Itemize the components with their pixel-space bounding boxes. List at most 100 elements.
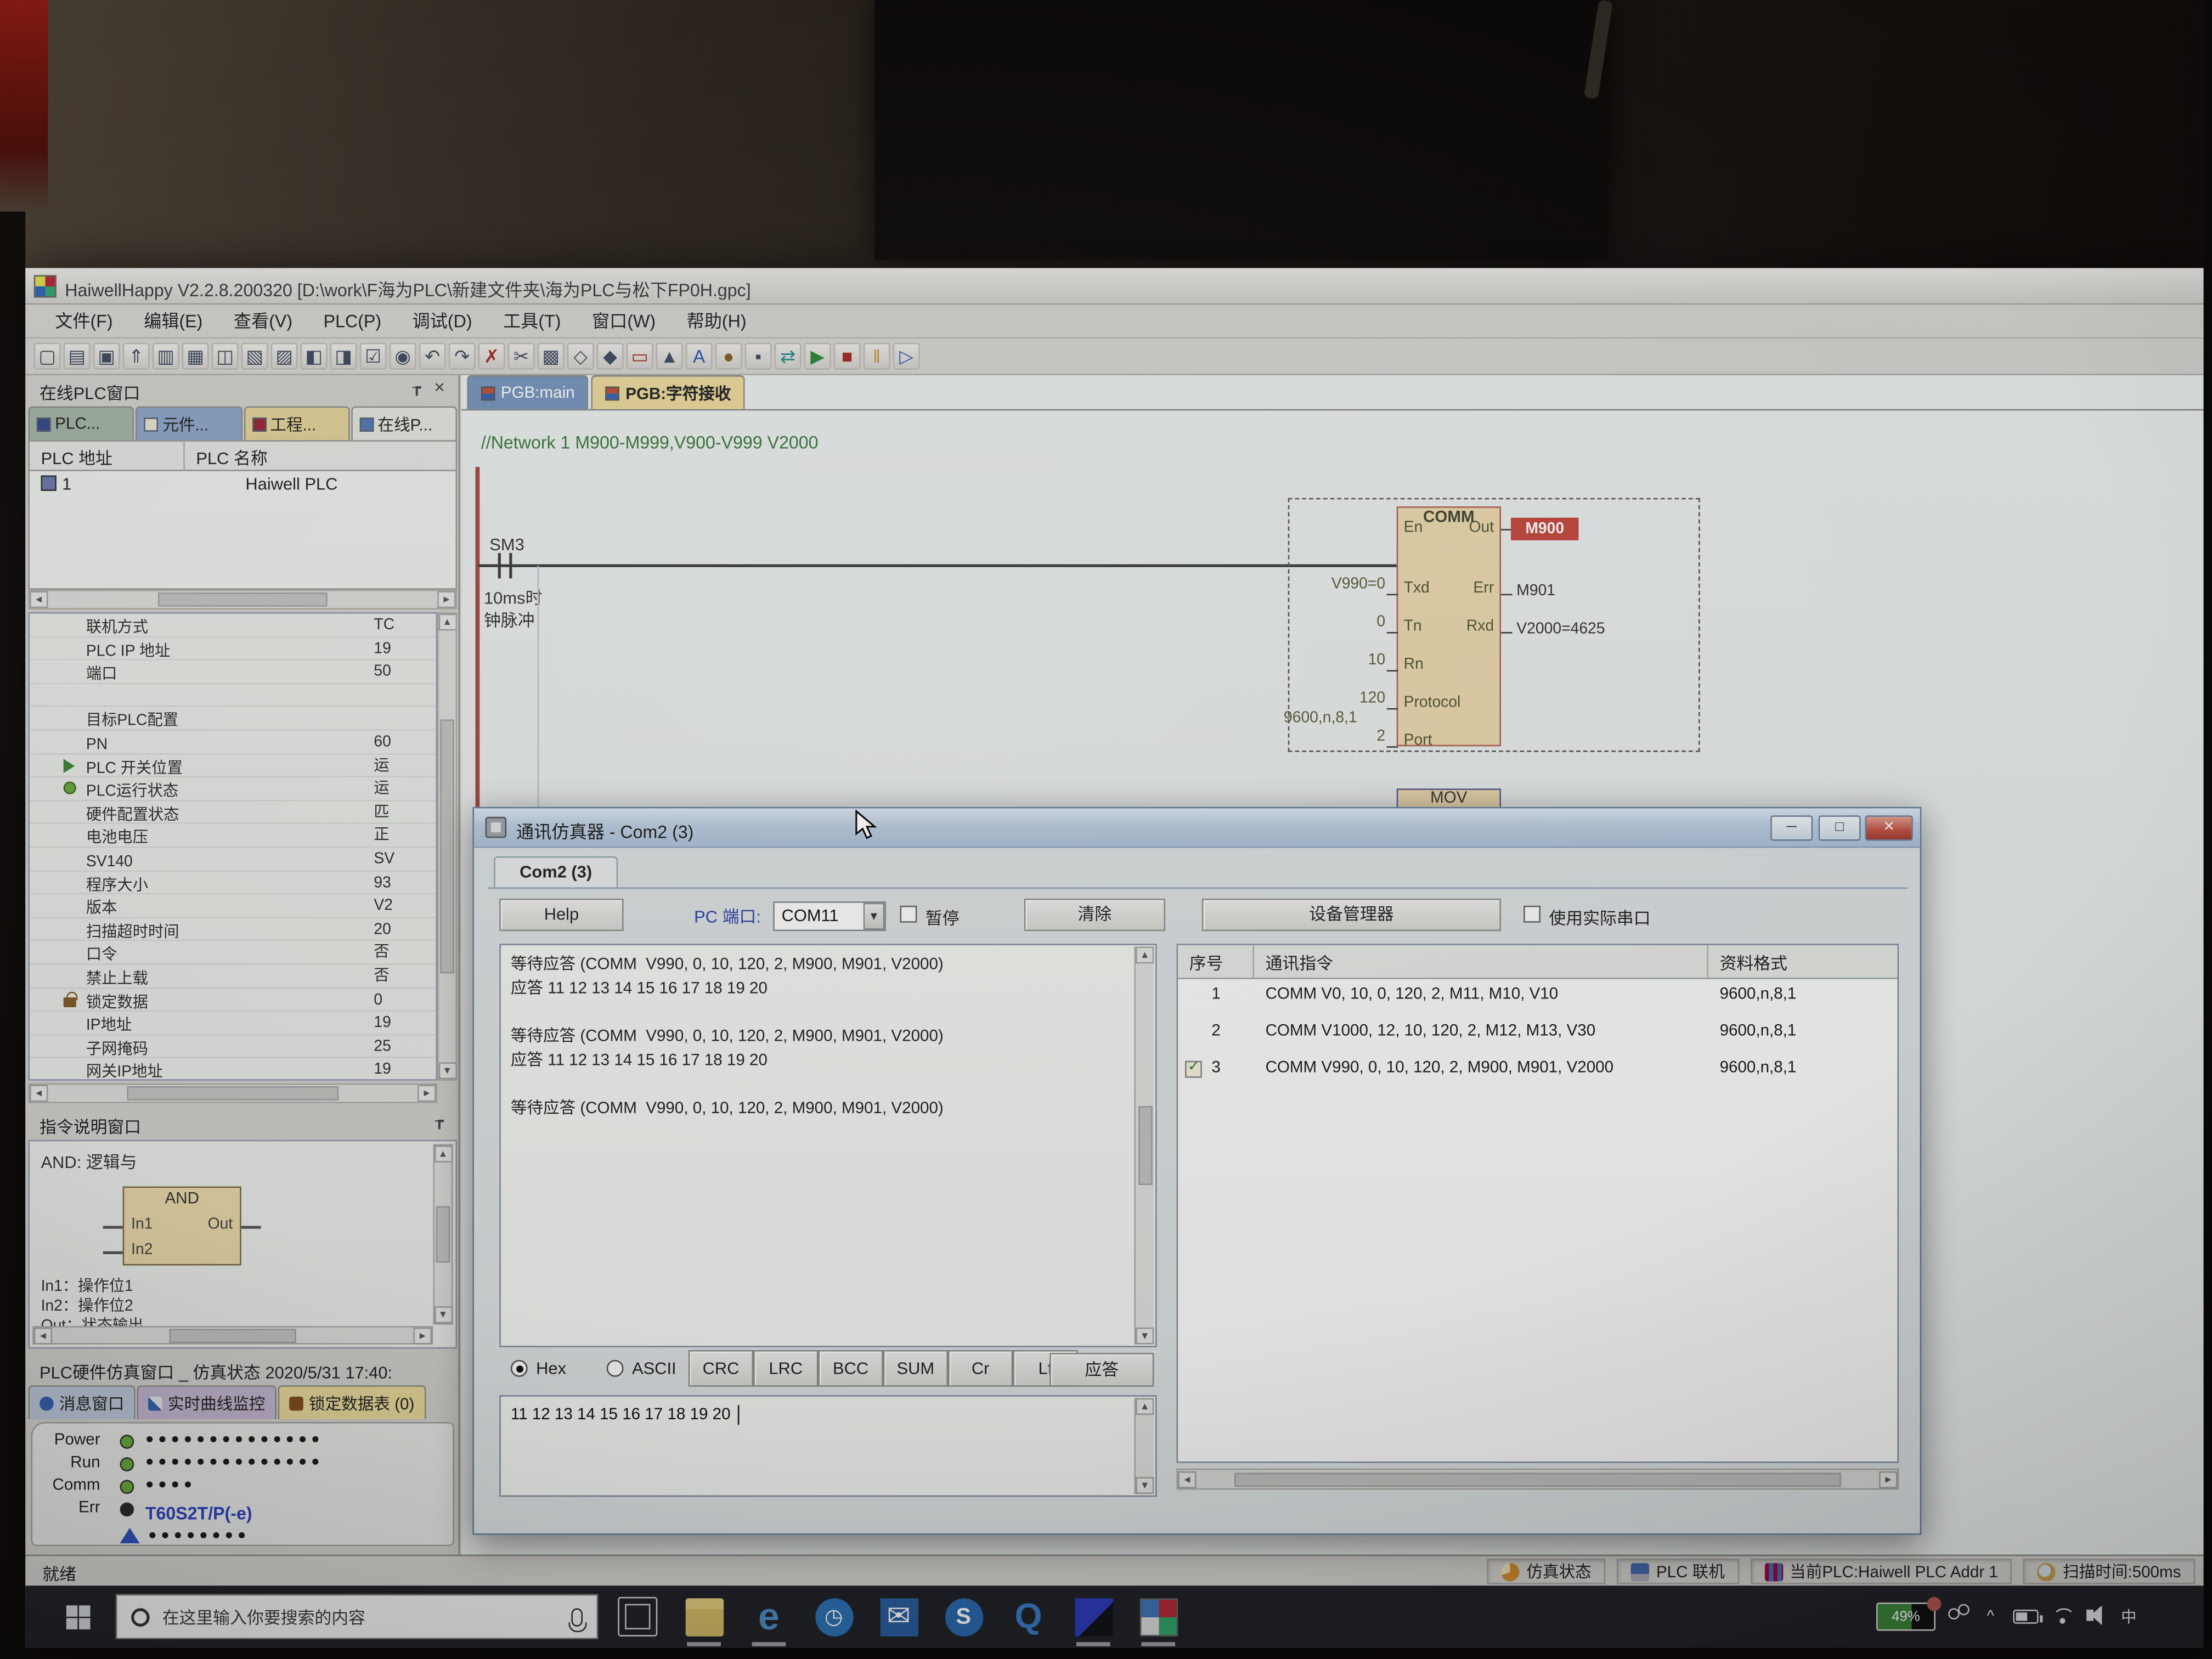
q-browser-icon[interactable]: Q — [996, 1585, 1060, 1647]
help-button[interactable]: Help — [499, 899, 623, 931]
battery-icon[interactable] — [2013, 1610, 2038, 1624]
clear-button[interactable]: 清除 — [1024, 899, 1165, 931]
people-icon[interactable] — [1948, 1605, 1968, 1628]
annotate[interactable]: ▭ — [627, 343, 653, 370]
font[interactable]: A — [686, 343, 713, 370]
clock-app-icon[interactable]: ◷ — [802, 1585, 866, 1647]
redo[interactable]: ↷ — [449, 343, 476, 370]
scroll-down-icon[interactable]: ▼ — [434, 1306, 452, 1323]
status-item[interactable]: 仿真状态 — [1487, 1559, 1605, 1584]
property-row[interactable]: IP地址 19 — [30, 1012, 436, 1035]
h-scrollbar[interactable]: ◄ ► — [1177, 1469, 1899, 1490]
property-row[interactable]: 端口 50 — [30, 661, 436, 684]
property-row[interactable]: SV140 SV — [30, 848, 436, 871]
editor-tab[interactable]: PGB:main — [467, 375, 589, 409]
menu-item[interactable]: 文件(F) — [40, 304, 128, 338]
h-scrollbar[interactable]: ◄ ► — [28, 1084, 437, 1103]
status-item[interactable]: 当前PLC:Haiwell PLC Addr 1 — [1750, 1559, 2012, 1584]
hex-radio[interactable] — [511, 1360, 528, 1377]
scroll-down-icon[interactable]: ▼ — [438, 1062, 456, 1079]
table-row[interactable]: 2 COMM V1000, 12, 10, 120, 2, M12, M13, … — [1178, 1015, 1897, 1052]
property-row[interactable]: 硬件配置状态 匹 — [30, 801, 436, 825]
taskbar-search[interactable]: 在这里输入你要搜索的内容 — [116, 1594, 598, 1639]
property-row[interactable] — [30, 684, 436, 708]
checksum-button[interactable]: Cr — [948, 1350, 1013, 1387]
scroll-down-icon[interactable]: ▼ — [1136, 1477, 1154, 1494]
scroll-up-icon[interactable]: ▲ — [1136, 946, 1154, 963]
sim-tab[interactable]: 消息窗口 — [28, 1385, 135, 1419]
cut[interactable]: ✂ — [508, 343, 535, 370]
table-row[interactable]: 3 COMM V990, 0, 10, 120, 2, M900, M901, … — [1178, 1052, 1897, 1089]
scroll-thumb[interactable] — [127, 1086, 338, 1101]
volume-icon[interactable] — [2086, 1605, 2106, 1628]
column-header-addr[interactable]: PLC 地址 — [30, 442, 185, 470]
use-real-port-checkbox[interactable] — [1523, 906, 1541, 923]
close-button[interactable]: ✕ — [1865, 815, 1912, 840]
rn-value[interactable]: 10 — [1272, 652, 1385, 669]
online-panel-tab[interactable]: 工程... — [244, 407, 350, 441]
sim-tab[interactable]: 锁定数据表 (0) — [278, 1385, 426, 1419]
comm-function-block[interactable]: COMM En Txd Tn Rn Protocol Port Out Err … — [1397, 506, 1501, 746]
pause[interactable]: ‖ — [864, 343, 890, 370]
column-header-fmt[interactable]: 资料格式 — [1708, 945, 1898, 978]
print-preview[interactable]: ◫ — [212, 343, 239, 370]
row-checkbox-icon[interactable] — [1185, 1061, 1202, 1078]
property-row[interactable]: PLC 开关位置 运 — [30, 754, 436, 778]
device-manager-button[interactable]: 设备管理器 — [1202, 899, 1501, 931]
scroll-down-icon[interactable]: ▼ — [1136, 1328, 1154, 1345]
v-scrollbar[interactable]: ▲ ▼ — [1134, 946, 1154, 1344]
v-scrollbar[interactable]: ▲ ▼ — [433, 1144, 453, 1324]
online-panel-tab[interactable]: 在线P... — [351, 407, 458, 442]
menu-item[interactable]: PLC(P) — [308, 304, 397, 338]
property-row[interactable]: 扫描超时时间 20 — [30, 918, 436, 941]
stop[interactable]: ■ — [834, 343, 861, 370]
rxd-value[interactable]: V2000=4625 — [1516, 620, 1605, 637]
open-file[interactable]: ▤ — [64, 343, 91, 370]
task-view-icon[interactable] — [618, 1597, 657, 1637]
property-row[interactable]: 电池电压 正 — [30, 825, 436, 848]
mail-app-icon[interactable]: ✉ — [866, 1585, 931, 1647]
property-row[interactable]: 锁定数据 0 — [30, 988, 436, 1012]
scroll-thumb[interactable] — [436, 1206, 450, 1263]
new-file[interactable]: ▢ — [34, 343, 61, 370]
checksum-button[interactable]: SUM — [883, 1350, 948, 1387]
out-value[interactable]: M900 — [1511, 518, 1578, 540]
status-item[interactable]: PLC 联机 — [1617, 1559, 1739, 1584]
microphone-icon[interactable] — [571, 1607, 583, 1626]
scroll-left-icon[interactable]: ◄ — [34, 1327, 52, 1344]
step[interactable]: ▷ — [893, 343, 920, 370]
property-row[interactable]: 目标PLC配置 — [30, 707, 436, 731]
pin-icon[interactable]: ┲ — [408, 381, 426, 399]
property-row[interactable]: 网关IP地址 19 — [30, 1058, 436, 1080]
column-header-name[interactable]: PLC 名称 — [185, 442, 456, 470]
property-row[interactable]: 子网掩码 25 — [30, 1035, 436, 1059]
ladder-symbol[interactable]: ◆ — [597, 343, 624, 370]
checksum-button[interactable]: LRC — [753, 1350, 818, 1387]
property-row[interactable]: PLC IP 地址 19 — [30, 637, 436, 661]
online-panel-tab[interactable]: PLC... — [28, 407, 134, 441]
ime-indicator[interactable]: 中 — [2119, 1605, 2138, 1628]
scroll-left-icon[interactable]: ◄ — [30, 591, 48, 608]
scroll-thumb[interactable] — [440, 719, 454, 973]
edge-browser-icon[interactable]: e — [736, 1585, 801, 1647]
property-row[interactable]: 程序大小 93 — [30, 871, 436, 895]
scroll-right-icon[interactable]: ► — [437, 591, 455, 608]
menu-item[interactable]: 帮助(H) — [671, 304, 761, 338]
delete[interactable]: ✗ — [478, 343, 505, 370]
checksum-button[interactable]: BCC — [818, 1350, 883, 1387]
save[interactable]: ▣ — [93, 343, 120, 370]
tn-value[interactable]: 0 — [1272, 614, 1385, 631]
battery-saver-badge[interactable]: 49% — [1876, 1602, 1936, 1630]
menu-item[interactable]: 编辑(E) — [128, 304, 218, 338]
monitor-table[interactable]: ▪ — [745, 343, 772, 370]
scroll-thumb[interactable] — [158, 592, 328, 607]
online-toggle[interactable]: ⇄ — [775, 343, 802, 370]
column-header-no[interactable]: 序号 — [1178, 945, 1254, 978]
export[interactable]: ▧ — [241, 343, 268, 370]
txd-value[interactable]: V990=0 — [1272, 575, 1385, 592]
h-scrollbar[interactable]: ◄ ► — [28, 590, 457, 610]
haiwell-app-icon[interactable] — [1126, 1585, 1190, 1647]
check-program[interactable]: ☑ — [360, 343, 387, 370]
scroll-up-icon[interactable]: ▲ — [434, 1146, 452, 1163]
upload[interactable]: ⇑ — [123, 343, 150, 370]
